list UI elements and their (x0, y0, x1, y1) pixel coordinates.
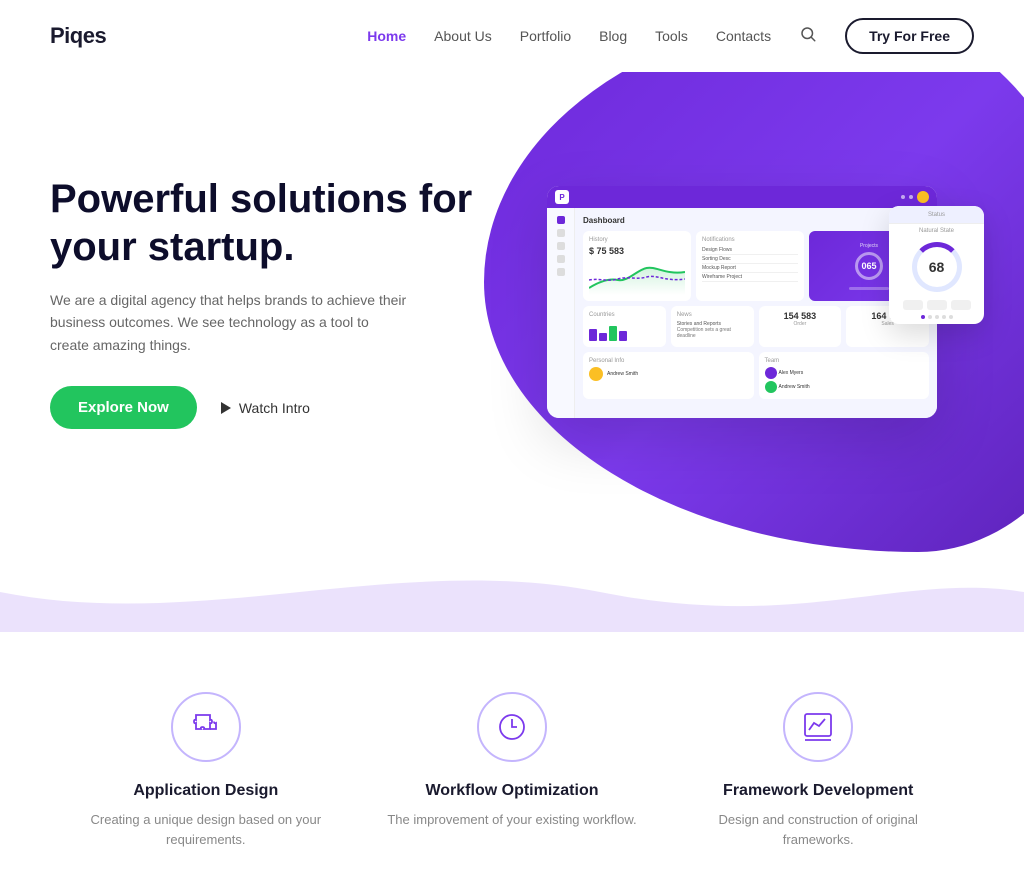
phone-gauge: 68 (912, 242, 962, 292)
watch-intro-button[interactable]: Watch Intro (221, 400, 310, 416)
bottom-wave (0, 552, 1024, 632)
dashboard-body: Dashboard History $ 75 583 (547, 208, 937, 418)
notifications-card: Notifications Design Flows Sorting Desc … (696, 231, 804, 301)
bottom-card: Countries (583, 306, 666, 347)
search-button[interactable] (799, 25, 817, 48)
nav-blog[interactable]: Blog (599, 28, 627, 44)
stat1-card: 154 583 Order (759, 306, 842, 347)
puzzle-icon (189, 710, 223, 744)
projects-circle: 065 (855, 252, 883, 280)
dashboard-topbar: P (547, 186, 937, 208)
phone-mockup: Status Natural State 68 (889, 206, 984, 324)
news-card: News Stories and Reports Competition set… (671, 306, 754, 347)
history-card: History $ 75 583 (583, 231, 691, 301)
topbar-dot (909, 195, 913, 199)
chart-icon (801, 710, 835, 744)
try-for-free-button[interactable]: Try For Free (845, 18, 974, 54)
features-section: Application Design Creating a unique des… (0, 632, 1024, 889)
phone-buttons (889, 300, 984, 310)
hero-visual: P Dashboard (490, 186, 974, 418)
nav-about[interactable]: About Us (434, 28, 492, 44)
phone-dots (889, 315, 984, 319)
sidebar-item (557, 255, 565, 263)
nav-contacts[interactable]: Contacts (716, 28, 771, 44)
topbar-dot (901, 195, 905, 199)
feature-application-design: Application Design Creating a unique des… (76, 692, 336, 849)
stats-grid: Countries News Stories and Reports (583, 306, 929, 347)
sidebar-item (557, 268, 565, 276)
dashboard-main: Dashboard History $ 75 583 (575, 208, 937, 418)
sidebar-item (557, 216, 565, 224)
workflow-title: Workflow Optimization (387, 782, 636, 800)
application-design-desc: Creating a unique design based on your r… (76, 810, 336, 849)
hero-actions: Explore Now Watch Intro (50, 386, 490, 429)
dashboard-grid: History $ 75 583 (583, 231, 929, 301)
sidebar-item (557, 229, 565, 237)
phone-topbar: Status (889, 206, 984, 224)
topbar-avatar (917, 191, 929, 203)
hero-headline: Powerful solutions for your startup. (50, 175, 490, 271)
application-design-icon-wrap (171, 692, 241, 762)
feature-workflow-optimization: Workflow Optimization The improvement of… (387, 692, 636, 830)
hero-section: Powerful solutions for your startup. We … (0, 72, 1024, 552)
team-avatar (765, 367, 777, 379)
framework-title: Framework Development (688, 782, 948, 800)
logo: Piqes (50, 23, 106, 49)
application-design-title: Application Design (76, 782, 336, 800)
nav-tools[interactable]: Tools (655, 28, 688, 44)
hero-subtext: We are a digital agency that helps brand… (50, 289, 410, 356)
clock-icon (495, 710, 529, 744)
personal-grid: Personal Info Andrew Smith Team Alex Mye… (583, 352, 929, 399)
dashboard-logo: P (555, 190, 569, 204)
header: Piqes Home About Us Portfolio Blog Tools… (0, 0, 1024, 72)
mini-chart (589, 260, 685, 295)
wave-section (0, 552, 1024, 632)
workflow-desc: The improvement of your existing workflo… (387, 810, 636, 830)
framework-desc: Design and construction of original fram… (688, 810, 948, 849)
explore-now-button[interactable]: Explore Now (50, 386, 197, 429)
feature-framework-development: Framework Development Design and constru… (688, 692, 948, 849)
nav-home[interactable]: Home (367, 28, 406, 44)
dashboard-title: Dashboard (583, 216, 929, 225)
dashboard-topbar-icons (901, 191, 929, 203)
dashboard-mockup: P Dashboard (547, 186, 937, 418)
team-avatar (765, 381, 777, 393)
nav-portfolio[interactable]: Portfolio (520, 28, 571, 44)
workflow-optimization-icon-wrap (477, 692, 547, 762)
sidebar-item (557, 242, 565, 250)
play-icon (221, 402, 231, 414)
framework-development-icon-wrap (783, 692, 853, 762)
avatar (589, 367, 603, 381)
main-nav: Home About Us Portfolio Blog Tools Conta… (367, 18, 974, 54)
dashboard-sidebar (547, 208, 575, 418)
hero-content: Powerful solutions for your startup. We … (50, 175, 490, 429)
